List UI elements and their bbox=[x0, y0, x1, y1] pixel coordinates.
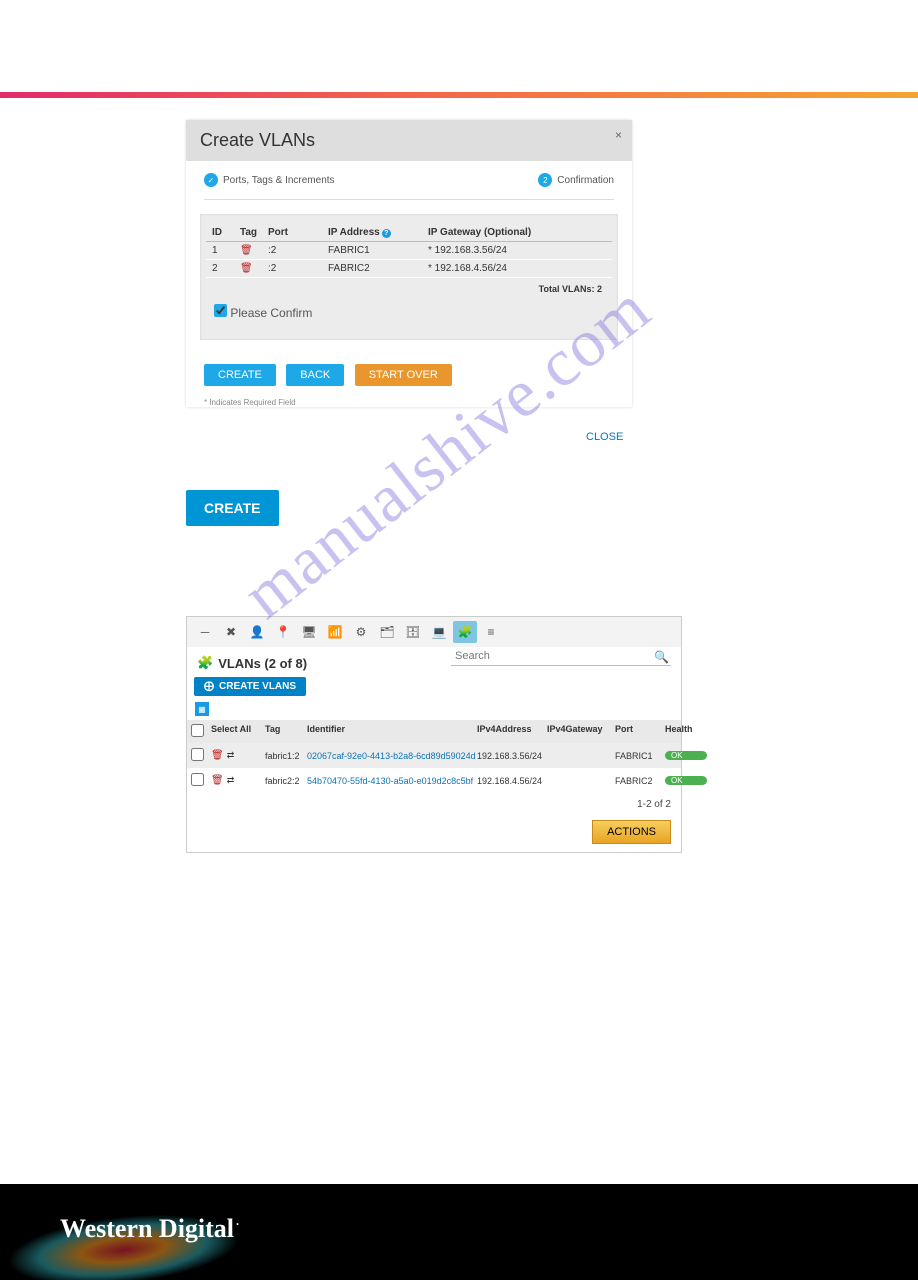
search-icon[interactable]: 🔍 bbox=[654, 650, 669, 664]
total-vlans-label: Total VLANs: 2 bbox=[206, 278, 612, 302]
row-checkbox[interactable] bbox=[191, 773, 204, 786]
col-ipv4gateway: IPv4Gateway bbox=[547, 724, 615, 739]
database-icon[interactable]: 🗄 bbox=[401, 621, 425, 643]
tools-icon[interactable]: ✖ bbox=[219, 621, 243, 643]
monitor-icon[interactable]: 🖥 bbox=[297, 621, 321, 643]
select-all-checkbox[interactable] bbox=[191, 724, 204, 737]
vlans-title-count: (2 of 8) bbox=[264, 656, 307, 671]
create-button[interactable]: CREATE bbox=[204, 364, 276, 386]
identifier-link[interactable]: 02067caf-92e0-4413-b2a8-6cd89d59024d bbox=[307, 751, 477, 761]
table-row: 2 🗑 :2 FABRIC2 * 192.168.4.56/24 bbox=[206, 260, 612, 278]
col-ipv4address: IPv4Address bbox=[477, 724, 547, 739]
col-health: Health bbox=[665, 724, 707, 739]
col-tag: Tag bbox=[240, 227, 268, 238]
create-vlans-modal: Create VLANs × Ports, Tags & Increments … bbox=[186, 120, 632, 407]
identifier-link[interactable]: 54b70470-55fd-4130-a5a0-e019d2c8c5bf bbox=[307, 776, 477, 786]
user-icon[interactable]: 👤 bbox=[245, 621, 269, 643]
create-vlans-button[interactable]: ⨁ CREATE VLANS bbox=[194, 677, 306, 696]
col-ip: IP Address? bbox=[328, 227, 428, 238]
vlan-title-icon: 🧩 bbox=[197, 655, 213, 671]
actions-button[interactable]: ACTIONS bbox=[592, 820, 671, 844]
wizard-steps: Ports, Tags & Increments 2 Confirmation bbox=[204, 173, 614, 200]
col-ip-label: IP Address bbox=[328, 227, 380, 238]
step2-label: Confirmation bbox=[557, 175, 614, 186]
vlans-toolbar: ─ ✖ 👤 📍 🖥 📶 ⚙ 🗂 🗄 💻 🧩 ≡ bbox=[187, 617, 681, 647]
minus-icon[interactable]: ─ bbox=[193, 621, 217, 643]
search-wrap: 🔍 bbox=[451, 647, 671, 666]
brand-dot: . bbox=[236, 1214, 239, 1228]
col-port: Port bbox=[615, 724, 665, 739]
back-button[interactable]: BACK bbox=[286, 364, 344, 386]
confirm-table-header: ID Tag Port IP Address? IP Gateway (Opti… bbox=[206, 224, 612, 242]
vlan-icon[interactable]: 🧩 bbox=[453, 621, 477, 643]
cell-tag: fabric2:2 bbox=[265, 776, 307, 786]
step1-check-icon bbox=[204, 173, 218, 187]
cell-port: FABRIC1 bbox=[328, 245, 428, 256]
col-select-all: Select All bbox=[211, 724, 265, 739]
cell-port: FABRIC2 bbox=[615, 776, 665, 786]
swap-icon[interactable]: ⇄ bbox=[227, 775, 235, 786]
modal-actions: CREATE BACK START OVER bbox=[186, 354, 632, 394]
please-confirm-checkbox[interactable] bbox=[214, 304, 227, 317]
col-id: ID bbox=[212, 227, 240, 238]
close-icon[interactable]: × bbox=[615, 128, 622, 142]
required-field-note: * Indicates Required Field bbox=[186, 394, 632, 407]
trash-icon[interactable]: 🗑 bbox=[240, 245, 268, 256]
col-tag: Tag bbox=[265, 724, 307, 739]
cell-id: 1 bbox=[212, 245, 240, 256]
modal-title: Create VLANs bbox=[200, 130, 315, 150]
col-gw: IP Gateway (Optional) bbox=[428, 227, 568, 238]
standalone-create-button[interactable]: CREATE bbox=[186, 490, 279, 526]
cell-port: FABRIC1 bbox=[615, 751, 665, 761]
pin-icon[interactable]: 📍 bbox=[271, 621, 295, 643]
cell-ipv4address: 192.168.4.56/24 bbox=[477, 776, 547, 786]
list-icon[interactable]: ≡ bbox=[479, 621, 503, 643]
cell-id: 2 bbox=[212, 263, 240, 274]
cell-ip: * 192.168.3.56/24 bbox=[428, 245, 568, 256]
vlans-table-header: Select All Tag Identifier IPv4Address IP… bbox=[187, 720, 681, 743]
gear-icon[interactable]: ⚙ bbox=[349, 621, 373, 643]
search-input[interactable] bbox=[451, 647, 671, 666]
page-footer: Western Digital. bbox=[0, 1184, 918, 1280]
row-checkbox[interactable] bbox=[191, 748, 204, 761]
trash-icon[interactable]: 🗑 bbox=[211, 750, 224, 761]
cell-port: FABRIC2 bbox=[328, 263, 428, 274]
laptop-icon[interactable]: 💻 bbox=[427, 621, 451, 643]
create-vlans-label: CREATE VLANS bbox=[219, 681, 296, 692]
trash-icon[interactable]: 🗑 bbox=[240, 263, 268, 274]
table-row: 🗑⇄ fabric2:2 54b70470-55fd-4130-a5a0-e01… bbox=[187, 768, 681, 793]
close-link[interactable]: CLOSE bbox=[586, 431, 623, 443]
please-confirm-row: Please Confirm bbox=[206, 302, 612, 322]
cell-ip: * 192.168.4.56/24 bbox=[428, 263, 568, 274]
table-row: 🗑⇄ fabric1:2 02067caf-92e0-4413-b2a8-6cd… bbox=[187, 743, 681, 768]
swap-icon[interactable]: ⇄ bbox=[227, 750, 235, 761]
col-identifier: Identifier bbox=[307, 724, 477, 739]
start-over-button[interactable]: START OVER bbox=[355, 364, 452, 386]
trash-icon[interactable]: 🗑 bbox=[211, 775, 224, 786]
health-badge: OK bbox=[665, 751, 707, 760]
cell-tag: fabric1:2 bbox=[265, 751, 307, 761]
step2-number-icon: 2 bbox=[538, 173, 552, 187]
table-row: 1 🗑 :2 FABRIC1 * 192.168.3.56/24 bbox=[206, 242, 612, 260]
vlans-panel: ─ ✖ 👤 📍 🖥 📶 ⚙ 🗂 🗄 💻 🧩 ≡ 🧩 VLANs (2 of 8)… bbox=[186, 616, 682, 853]
western-digital-logo: Western Digital. bbox=[60, 1214, 239, 1244]
cell-ipv4address: 192.168.3.56/24 bbox=[477, 751, 547, 761]
cell-tag: :2 bbox=[268, 245, 328, 256]
pager-text: 1-2 of 2 bbox=[187, 793, 681, 816]
step1-label: Ports, Tags & Increments bbox=[223, 175, 335, 186]
confirmation-box: ID Tag Port IP Address? IP Gateway (Opti… bbox=[200, 214, 618, 340]
brand-name: Western Digital bbox=[60, 1214, 234, 1243]
modal-header: Create VLANs × bbox=[186, 120, 632, 161]
vlans-title-prefix: VLANs bbox=[218, 656, 264, 671]
cell-tag: :2 bbox=[268, 263, 328, 274]
help-icon[interactable]: ? bbox=[382, 229, 391, 238]
plus-icon: ⨁ bbox=[204, 681, 214, 692]
wifi-icon[interactable]: 📶 bbox=[323, 621, 347, 643]
grid-view-icon[interactable]: ▦ bbox=[195, 702, 209, 716]
folders-icon[interactable]: 🗂 bbox=[375, 621, 399, 643]
col-port: Port bbox=[268, 227, 328, 238]
top-gradient-bar bbox=[0, 92, 918, 98]
health-badge: OK bbox=[665, 776, 707, 785]
please-confirm-label: Please Confirm bbox=[230, 306, 312, 320]
